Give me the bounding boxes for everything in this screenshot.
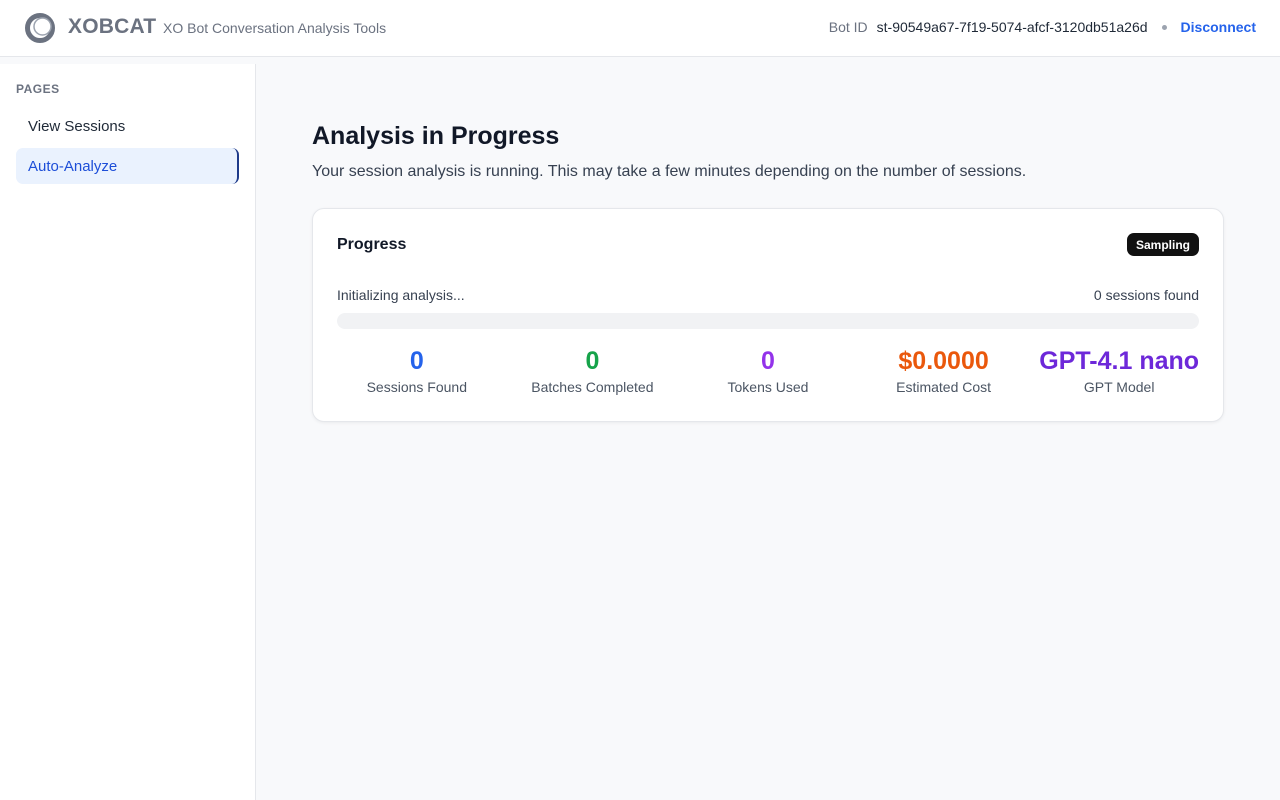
- stat-batches-completed: 0 Batches Completed: [505, 346, 681, 395]
- ring-logo-icon: [25, 13, 55, 43]
- stat-value: GPT-4.1 nano: [1039, 347, 1200, 375]
- brand-name: XOBCAT: [68, 15, 157, 38]
- sessions-found-text: 0 sessions found: [1093, 287, 1199, 303]
- page-subtitle: Your session analysis is running. This m…: [312, 163, 1027, 180]
- bot-id-label: Bot ID: [828, 19, 868, 35]
- stat-label: Sessions Found: [366, 379, 467, 395]
- sidebar-item-label: View Sessions: [28, 117, 126, 135]
- sidebar-item-label: Auto-Analyze: [28, 157, 118, 175]
- stat-label: Estimated Cost: [896, 379, 992, 395]
- progress-status-text: Initializing analysis...: [337, 287, 465, 303]
- progress-card-title: Progress: [337, 236, 407, 253]
- app-tagline: XO Bot Conversation Analysis Tools: [163, 20, 387, 36]
- stat-gpt-model: GPT-4.1 nano GPT Model: [1031, 346, 1207, 395]
- stat-label: Tokens Used: [727, 379, 809, 395]
- stat-tokens-used: 0 Tokens Used: [680, 346, 856, 395]
- bot-connection-info: Bot ID st-90549a67-7f19-5074-afcf-3120db…: [829, 19, 1256, 35]
- progress-card: Progress Sampling Initializing analysis.…: [312, 208, 1224, 422]
- stat-label: GPT Model: [1083, 379, 1155, 395]
- sidebar-item-view-sessions[interactable]: View Sessions: [16, 108, 239, 144]
- top-header: XOBCAT XO Bot Conversation Analysis Tool…: [0, 0, 1280, 57]
- stat-estimated-cost: $0.0000 Estimated Cost: [856, 346, 1032, 395]
- stat-value: 0: [585, 347, 600, 375]
- sidebar-item-auto-analyze[interactable]: Auto-Analyze: [16, 148, 239, 184]
- stat-value: 0: [761, 347, 775, 375]
- disconnect-button[interactable]: Disconnect: [1181, 19, 1256, 35]
- stats-row: 0 Sessions Found 0 Batches Completed 0 T…: [329, 346, 1207, 395]
- sidebar: PAGES View Sessions Auto-Analyze: [0, 64, 256, 800]
- progress-bar: [337, 313, 1199, 329]
- stat-value: $0.0000: [898, 347, 989, 375]
- stat-value: 0: [409, 347, 424, 375]
- status-badge: Sampling: [1126, 233, 1199, 256]
- stat-sessions-found: 0 Sessions Found: [329, 346, 505, 395]
- sidebar-section-label: PAGES: [16, 82, 60, 96]
- separator-dot: [1161, 24, 1167, 30]
- bot-id-value: st-90549a67-7f19-5074-afcf-3120db51a26d: [876, 19, 1148, 35]
- stat-label: Batches Completed: [531, 379, 654, 395]
- page-title: Analysis in Progress: [312, 122, 560, 150]
